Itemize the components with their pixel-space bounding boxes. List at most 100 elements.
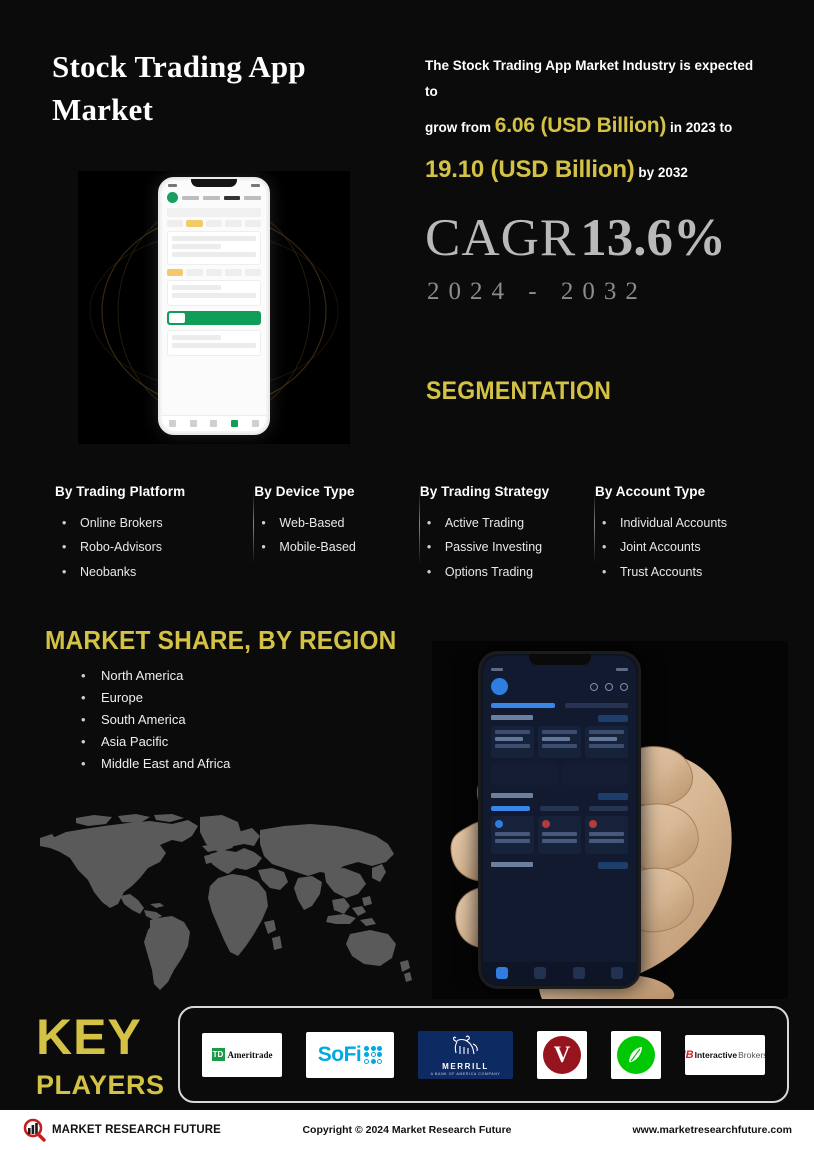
avatar[interactable] xyxy=(491,678,508,695)
clock-icon xyxy=(491,668,503,671)
tab-mid[interactable] xyxy=(540,806,579,811)
gainer-filter-tabs xyxy=(483,802,636,813)
view-all-button[interactable] xyxy=(598,862,628,869)
bullet-icon: • xyxy=(81,689,86,705)
stock-name xyxy=(542,832,577,836)
list-item-label: North America xyxy=(101,668,184,683)
bullet-icon: • xyxy=(426,540,432,555)
chart-icon[interactable] xyxy=(605,682,613,691)
nav-tab xyxy=(202,195,220,200)
bottom-tab-bar xyxy=(162,415,266,431)
market-indices-header xyxy=(483,710,636,724)
index-card[interactable] xyxy=(491,726,534,758)
search-icon[interactable] xyxy=(590,682,598,691)
orders-icon[interactable] xyxy=(210,420,218,427)
tab-large[interactable] xyxy=(491,806,530,811)
list-item: • South America xyxy=(75,709,230,731)
bullet-icon: • xyxy=(62,564,67,579)
key-players-line-1: KEY xyxy=(36,1009,142,1065)
filter-chips xyxy=(167,220,262,227)
key-players-line-2: PLAYERS xyxy=(36,1070,165,1100)
list-item: • Neobanks xyxy=(55,560,244,584)
home-icon[interactable] xyxy=(168,420,176,427)
top-gainers-header xyxy=(483,788,636,802)
cagr-block: CAGR 13.6% xyxy=(425,208,726,268)
stock-card[interactable] xyxy=(538,816,581,854)
card-line xyxy=(172,285,221,290)
stock-card[interactable] xyxy=(585,816,628,854)
bull-icon xyxy=(453,1035,479,1054)
tab-dashboard[interactable] xyxy=(564,703,628,708)
forecast-tail: by 2032 xyxy=(638,164,688,180)
index-value xyxy=(542,737,570,741)
view-all-button[interactable] xyxy=(598,793,628,800)
hero-phone-image xyxy=(78,171,350,444)
secondary-tiles xyxy=(483,760,636,788)
position-card xyxy=(167,280,261,306)
bell-icon[interactable] xyxy=(620,682,628,691)
stock-price xyxy=(495,839,530,843)
index-card[interactable] xyxy=(585,726,628,758)
profile-icon[interactable] xyxy=(252,420,260,427)
card-line xyxy=(172,236,256,241)
signal-icon xyxy=(251,184,260,187)
orders-icon[interactable] xyxy=(572,967,585,979)
list-item-label: Europe xyxy=(101,689,143,705)
bullet-icon: • xyxy=(62,516,67,530)
ib-mark-icon: IB xyxy=(685,1048,694,1061)
segment-title: By Trading Platform xyxy=(55,484,186,499)
list-item-label: Trust Accounts xyxy=(619,564,703,579)
list-item: • Individual Accounts xyxy=(595,511,765,535)
stock-name xyxy=(495,832,530,836)
chip xyxy=(225,220,242,227)
section-label xyxy=(491,715,533,720)
page-title: Stock Trading App Market xyxy=(52,49,306,127)
list-item: • Asia Pacific xyxy=(75,731,230,753)
list-item: • Mobile-Based xyxy=(254,535,409,559)
footer-url[interactable]: www.marketresearchfuture.com xyxy=(632,1124,792,1136)
footer-brand: MARKET RESEARCH FUTURE xyxy=(22,1118,221,1142)
segment-title: By Account Type xyxy=(594,484,706,499)
clock-icon xyxy=(168,184,177,187)
fo-tile[interactable] xyxy=(491,763,558,785)
buy-button[interactable] xyxy=(167,311,261,325)
nav-tab xyxy=(182,195,199,200)
segment-title: By Device Type xyxy=(254,484,355,499)
profile-icon[interactable] xyxy=(610,967,623,979)
list-item: • Online Brokers xyxy=(55,511,244,535)
chip xyxy=(205,220,223,227)
index-value xyxy=(589,737,617,741)
phone-screen-trading-app xyxy=(162,181,266,431)
intraday-tile[interactable] xyxy=(561,763,628,785)
watchlist-icon[interactable] xyxy=(189,420,197,427)
logo-text: MERRILL xyxy=(442,1061,489,1071)
chip xyxy=(186,269,203,276)
stock-card[interactable] xyxy=(491,816,534,854)
logo-merrill: MERRILL A BANK OF AMERICA COMPANY xyxy=(418,1030,513,1079)
key-players-logo-strip: TD Ameritrade SoFi MERRILL A BANK OF AME… xyxy=(178,1006,789,1103)
chip xyxy=(244,220,262,227)
list-item-label: Active Trading xyxy=(444,516,525,530)
strike-chips xyxy=(167,269,262,276)
portfolio-icon[interactable] xyxy=(231,420,239,427)
list-item-label: Middle East and Africa xyxy=(101,755,231,771)
card-line xyxy=(172,244,221,249)
signal-icon xyxy=(616,668,628,671)
tab-small[interactable] xyxy=(589,806,628,811)
chip-active xyxy=(186,220,203,227)
bullet-icon: • xyxy=(601,564,607,579)
chip xyxy=(205,269,223,276)
bullet-icon: • xyxy=(601,540,607,555)
list-item-label: Passive Investing xyxy=(444,540,543,555)
view-all-button[interactable] xyxy=(598,715,628,722)
chip xyxy=(225,269,242,276)
tab-explore[interactable] xyxy=(491,703,555,708)
card-line xyxy=(172,293,256,298)
list-item: • Passive Investing xyxy=(420,535,585,559)
bullet-icon: • xyxy=(426,516,432,530)
watchlist-icon[interactable] xyxy=(534,967,547,979)
home-icon[interactable] xyxy=(496,967,509,979)
phone-notch xyxy=(191,179,237,187)
index-card[interactable] xyxy=(538,726,581,758)
list-item: • Trust Accounts xyxy=(595,560,765,584)
